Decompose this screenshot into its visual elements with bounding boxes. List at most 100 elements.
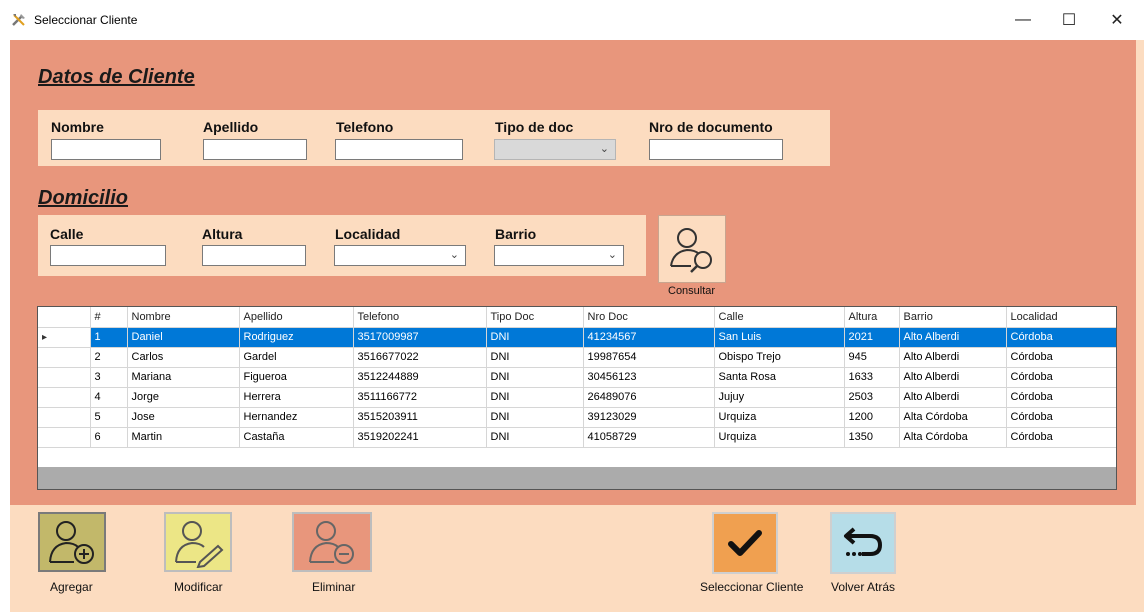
- table-cell[interactable]: 3515203911: [353, 407, 487, 428]
- table-row[interactable]: 6 Martin Castaña 3519202241 DNI 41058729 Urqui…: [38, 427, 1116, 448]
- table-cell[interactable]: Córdoba: [1006, 407, 1116, 428]
- telefono-input[interactable]: [335, 139, 463, 160]
- table-row[interactable]: 5 Jose Hernandez 3515203911 DNI 39123029 Urqui…: [38, 407, 1116, 428]
- table-cell[interactable]: 1633: [844, 367, 900, 388]
- maximize-button[interactable]: ☐: [1046, 0, 1092, 40]
- table-cell[interactable]: 3517009987: [353, 327, 487, 348]
- row-header[interactable]: [38, 407, 91, 428]
- table-cell[interactable]: Córdoba: [1006, 347, 1116, 368]
- column-header[interactable]: Nro Doc: [583, 307, 715, 328]
- nombre-input[interactable]: [51, 139, 161, 160]
- column-header[interactable]: Tipo Doc: [486, 307, 584, 328]
- seleccionar-cliente-button[interactable]: [712, 512, 778, 574]
- barrio-select[interactable]: ⌄: [494, 245, 624, 266]
- column-header[interactable]: Localidad: [1006, 307, 1116, 328]
- localidad-select[interactable]: ⌄: [334, 245, 466, 266]
- minimize-button[interactable]: —: [1000, 0, 1046, 40]
- table-cell[interactable]: 1200: [844, 407, 900, 428]
- table-cell[interactable]: Alta Córdoba: [899, 427, 1007, 448]
- table-cell[interactable]: Córdoba: [1006, 327, 1116, 348]
- table-cell[interactable]: Castaña: [239, 427, 354, 448]
- table-cell[interactable]: Urquiza: [714, 407, 845, 428]
- table-cell[interactable]: DNI: [486, 387, 584, 408]
- table-row[interactable]: 3 Mariana Figueroa 3512244889 DNI 30456123 San…: [38, 367, 1116, 388]
- table-cell[interactable]: 945: [844, 347, 900, 368]
- apellido-input[interactable]: [203, 139, 307, 160]
- close-button[interactable]: ✕: [1094, 0, 1140, 40]
- table-row[interactable]: 4 Jorge Herrera 3511166772 DNI 26489076 Jujuy 2…: [38, 387, 1116, 408]
- column-header[interactable]: #: [90, 307, 128, 328]
- table-cell[interactable]: 2: [90, 347, 128, 368]
- table-cell[interactable]: 19987654: [583, 347, 715, 368]
- table-cell[interactable]: Mariana: [127, 367, 240, 388]
- table-cell[interactable]: DNI: [486, 347, 584, 368]
- table-cell[interactable]: San Luis: [714, 327, 845, 348]
- table-cell[interactable]: 41058729: [583, 427, 715, 448]
- row-header[interactable]: [38, 367, 91, 388]
- row-header[interactable]: [38, 347, 91, 368]
- nro-doc-input[interactable]: [649, 139, 783, 160]
- table-row[interactable]: ▸ 1 Daniel Rodriguez 3517009987 DNI 41234567 Sa…: [38, 327, 1116, 348]
- table-cell[interactable]: Carlos: [127, 347, 240, 368]
- table-cell[interactable]: DNI: [486, 327, 584, 348]
- table-row[interactable]: 2 Carlos Gardel 3516677022 DNI 19987654 Obispo…: [38, 347, 1116, 368]
- agregar-button[interactable]: [38, 512, 106, 572]
- consultar-button[interactable]: [658, 215, 726, 283]
- table-cell[interactable]: Alta Córdoba: [899, 407, 1007, 428]
- table-cell[interactable]: Obispo Trejo: [714, 347, 845, 368]
- table-cell[interactable]: 30456123: [583, 367, 715, 388]
- table-cell[interactable]: 3519202241: [353, 427, 487, 448]
- column-header[interactable]: Telefono: [353, 307, 487, 328]
- table-cell[interactable]: Córdoba: [1006, 427, 1116, 448]
- table-cell[interactable]: Hernandez: [239, 407, 354, 428]
- table-cell[interactable]: 2021: [844, 327, 900, 348]
- table-cell[interactable]: 5: [90, 407, 128, 428]
- table-cell[interactable]: 1: [90, 327, 128, 348]
- clientes-grid[interactable]: # Nombre Apellido Telefono Tipo Doc Nro …: [37, 306, 1117, 490]
- volver-atras-button[interactable]: [830, 512, 896, 574]
- row-header[interactable]: [38, 427, 91, 448]
- column-header[interactable]: Altura: [844, 307, 900, 328]
- column-header[interactable]: Apellido: [239, 307, 354, 328]
- column-header[interactable]: Nombre: [127, 307, 240, 328]
- table-cell[interactable]: 26489076: [583, 387, 715, 408]
- table-cell[interactable]: DNI: [486, 427, 584, 448]
- table-cell[interactable]: Santa Rosa: [714, 367, 845, 388]
- table-cell[interactable]: 4: [90, 387, 128, 408]
- table-cell[interactable]: Martin: [127, 427, 240, 448]
- table-cell[interactable]: 3511166772: [353, 387, 487, 408]
- table-cell[interactable]: 3516677022: [353, 347, 487, 368]
- tipo-doc-select[interactable]: ⌄: [494, 139, 616, 160]
- table-cell[interactable]: DNI: [486, 407, 584, 428]
- table-cell[interactable]: Alto Alberdi: [899, 347, 1007, 368]
- altura-input[interactable]: [202, 245, 306, 266]
- table-cell[interactable]: 3: [90, 367, 128, 388]
- table-cell[interactable]: 1350: [844, 427, 900, 448]
- table-cell[interactable]: Urquiza: [714, 427, 845, 448]
- table-cell[interactable]: Jujuy: [714, 387, 845, 408]
- table-cell[interactable]: Alto Alberdi: [899, 367, 1007, 388]
- table-cell[interactable]: 39123029: [583, 407, 715, 428]
- table-cell[interactable]: DNI: [486, 367, 584, 388]
- table-cell[interactable]: Daniel: [127, 327, 240, 348]
- row-header[interactable]: [38, 387, 91, 408]
- table-cell[interactable]: Jose: [127, 407, 240, 428]
- table-cell[interactable]: 2503: [844, 387, 900, 408]
- table-cell[interactable]: Herrera: [239, 387, 354, 408]
- row-header[interactable]: ▸: [38, 327, 91, 348]
- table-cell[interactable]: 41234567: [583, 327, 715, 348]
- table-cell[interactable]: 3512244889: [353, 367, 487, 388]
- table-cell[interactable]: Córdoba: [1006, 367, 1116, 388]
- table-cell[interactable]: 6: [90, 427, 128, 448]
- column-header[interactable]: Barrio: [899, 307, 1007, 328]
- table-cell[interactable]: Córdoba: [1006, 387, 1116, 408]
- table-cell[interactable]: Gardel: [239, 347, 354, 368]
- table-cell[interactable]: Figueroa: [239, 367, 354, 388]
- column-header[interactable]: Calle: [714, 307, 845, 328]
- table-cell[interactable]: Alto Alberdi: [899, 387, 1007, 408]
- modificar-button[interactable]: [164, 512, 232, 572]
- calle-input[interactable]: [50, 245, 166, 266]
- table-cell[interactable]: Rodriguez: [239, 327, 354, 348]
- table-cell[interactable]: Jorge: [127, 387, 240, 408]
- eliminar-button[interactable]: [292, 512, 372, 572]
